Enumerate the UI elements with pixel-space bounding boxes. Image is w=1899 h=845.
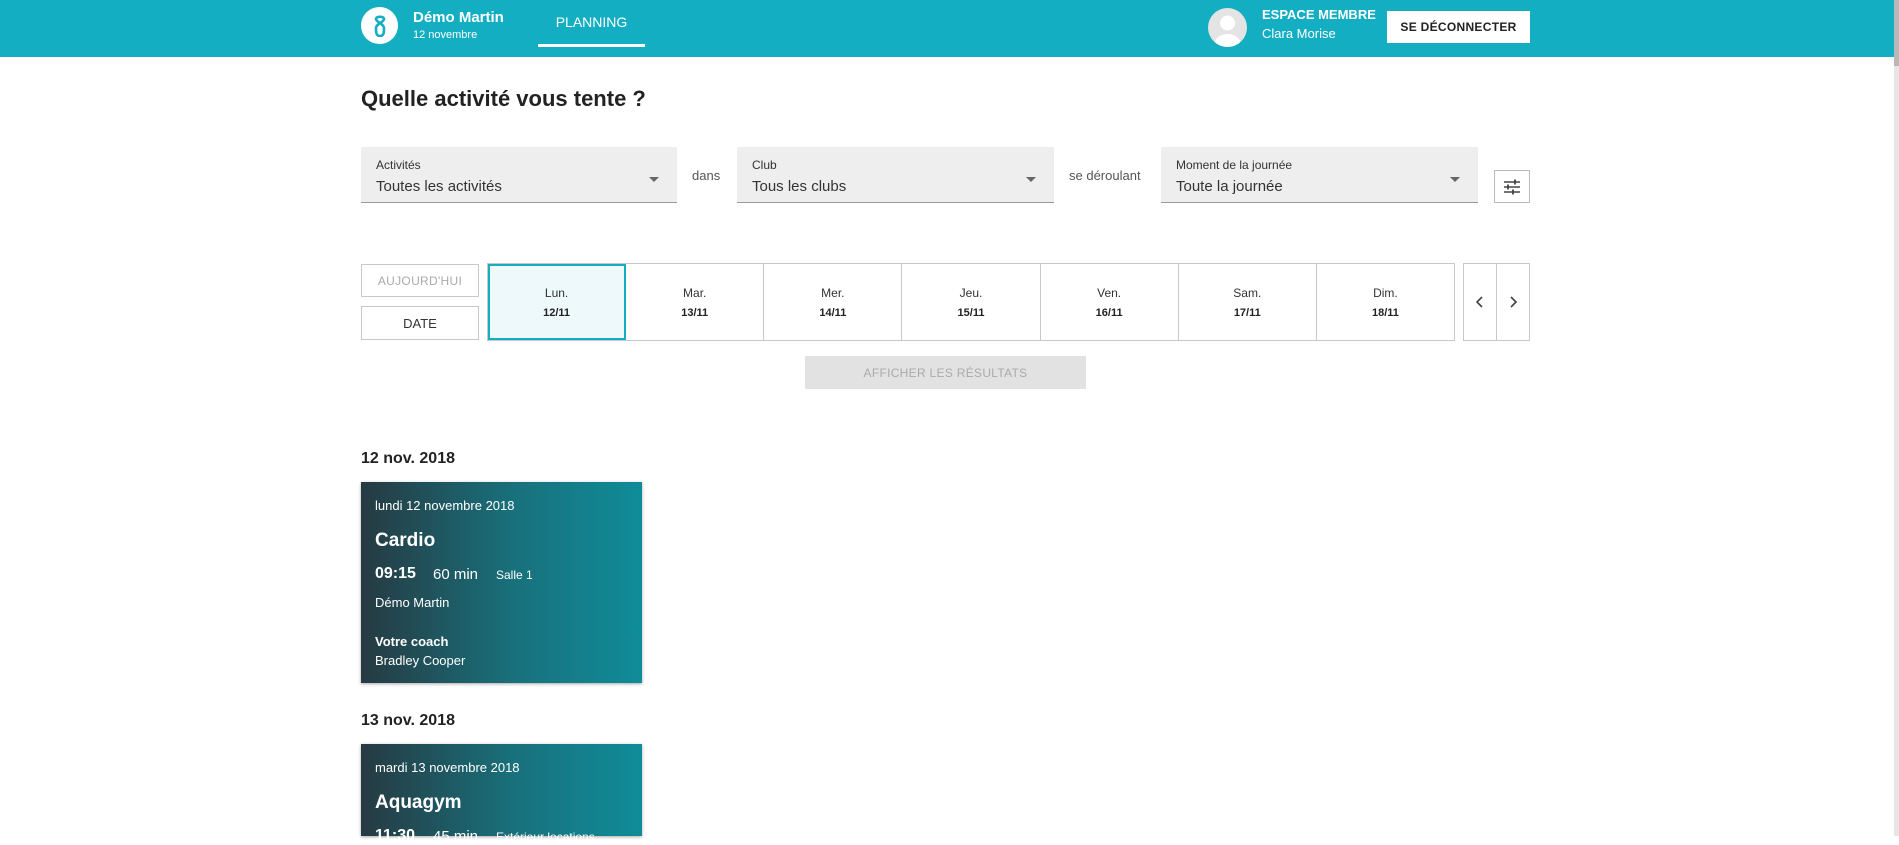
chevron-right-icon bbox=[1510, 296, 1518, 308]
caret-down-icon bbox=[649, 177, 659, 182]
filters-button[interactable] bbox=[1494, 170, 1530, 203]
connector-se-deroulant: se déroulant bbox=[1069, 168, 1141, 183]
day-name: Dim. bbox=[1373, 285, 1398, 300]
day-date: 16/11 bbox=[1095, 306, 1123, 319]
day-name: Mer. bbox=[821, 285, 845, 300]
date-picker-button[interactable]: DATE bbox=[361, 306, 479, 340]
top-bar bbox=[0, 0, 1894, 57]
today-button[interactable]: AUJOURD'HUI bbox=[361, 264, 479, 297]
card-date: mardi 13 novembre 2018 bbox=[375, 760, 520, 775]
next-week-button[interactable] bbox=[1496, 263, 1530, 341]
activities-value: Toutes les activités bbox=[376, 178, 502, 195]
scrollbar-thumb[interactable] bbox=[1894, 0, 1899, 66]
day-tab-sam[interactable]: Sam. 17/11 bbox=[1179, 264, 1317, 340]
card-time: 09:15 bbox=[375, 565, 416, 582]
day-date: 15/11 bbox=[957, 306, 985, 319]
card-activity-name: Aquagym bbox=[375, 792, 462, 813]
moment-label: Moment de la journée bbox=[1176, 158, 1293, 172]
moment-select[interactable]: Moment de la journée Toute la journée bbox=[1161, 147, 1478, 203]
card-room: Salle 1 bbox=[496, 568, 533, 582]
day-tab-mar[interactable]: Mar. 13/11 bbox=[626, 264, 765, 340]
card-duration: 60 min bbox=[433, 566, 479, 583]
club-select[interactable]: Club Tous les clubs bbox=[737, 147, 1054, 203]
card-room: Extérieur locations bbox=[496, 830, 595, 844]
avatar-silhouette bbox=[1214, 15, 1241, 47]
card-coach-label: Votre coach bbox=[375, 634, 449, 649]
card-duration: 45 min bbox=[433, 828, 479, 845]
scrollbar-track[interactable] bbox=[1894, 0, 1899, 836]
logout-button[interactable]: SE DÉCONNECTER bbox=[1387, 11, 1530, 43]
day-tab-ven[interactable]: Ven. 16/11 bbox=[1041, 264, 1179, 340]
infinity-logo-icon bbox=[374, 14, 385, 37]
day-tab-dim[interactable]: Dim. 18/11 bbox=[1317, 264, 1454, 340]
connector-dans: dans bbox=[692, 168, 721, 183]
day-selector: Lun. 12/11 Mar. 13/11 Mer. 14/11 Jeu. 15… bbox=[487, 263, 1455, 341]
day-name: Ven. bbox=[1097, 285, 1122, 300]
day-date: 13/11 bbox=[681, 306, 709, 319]
activity-card-aquagym[interactable]: mardi 13 novembre 2018 Aquagym 11:30 45 … bbox=[361, 744, 642, 845]
nav-planning-tab[interactable]: PLANNING bbox=[538, 0, 645, 47]
caret-down-icon bbox=[1450, 177, 1460, 182]
card-coach-name: Bradley Cooper bbox=[375, 653, 466, 668]
member-name: Clara Morise bbox=[1262, 26, 1336, 41]
activities-select[interactable]: Activités Toutes les activités bbox=[361, 147, 677, 203]
group-date-heading: 13 nov. 2018 bbox=[361, 712, 455, 729]
day-date: 17/11 bbox=[1233, 306, 1261, 319]
day-name: Mar. bbox=[683, 285, 707, 300]
activity-card-cardio[interactable]: lundi 12 novembre 2018 Cardio 09:15 60 m… bbox=[361, 482, 642, 683]
club-label: Club bbox=[752, 158, 777, 172]
activities-label: Activités bbox=[376, 158, 421, 172]
day-tab-mer[interactable]: Mer. 14/11 bbox=[764, 264, 903, 340]
day-tab-jeu[interactable]: Jeu. 15/11 bbox=[902, 264, 1041, 340]
day-date: 18/11 bbox=[1371, 306, 1399, 319]
card-date: lundi 12 novembre 2018 bbox=[375, 498, 515, 513]
day-name: Sam. bbox=[1233, 285, 1262, 300]
caret-down-icon bbox=[1026, 177, 1036, 182]
group-date-heading: 12 nov. 2018 bbox=[361, 450, 455, 467]
day-name: Jeu. bbox=[959, 285, 983, 300]
day-date: 14/11 bbox=[819, 306, 847, 319]
sliders-icon bbox=[1504, 179, 1520, 194]
member-space-label: ESPACE MEMBRE bbox=[1262, 7, 1376, 22]
day-tab-lun[interactable]: Lun. 12/11 bbox=[488, 264, 627, 340]
club-date: 12 novembre bbox=[413, 29, 478, 41]
user-avatar-icon[interactable] bbox=[1208, 8, 1247, 47]
chevron-left-icon bbox=[1475, 296, 1483, 308]
day-date: 12/11 bbox=[543, 306, 571, 319]
previous-week-button[interactable] bbox=[1463, 263, 1497, 341]
card-time: 11:30 bbox=[375, 827, 416, 844]
club-value: Tous les clubs bbox=[752, 178, 847, 195]
show-results-button[interactable]: AFFICHER LES RÉSULTATS bbox=[805, 356, 1086, 389]
day-name: Lun. bbox=[544, 285, 569, 300]
club-name: Démo Martin bbox=[413, 9, 504, 26]
card-club: Démo Martin bbox=[375, 595, 450, 610]
moment-value: Toute la journée bbox=[1176, 178, 1283, 195]
club-logo-icon[interactable] bbox=[361, 7, 398, 44]
card-activity-name: Cardio bbox=[375, 530, 436, 551]
page-title: Quelle activité vous tente ? bbox=[361, 86, 646, 111]
